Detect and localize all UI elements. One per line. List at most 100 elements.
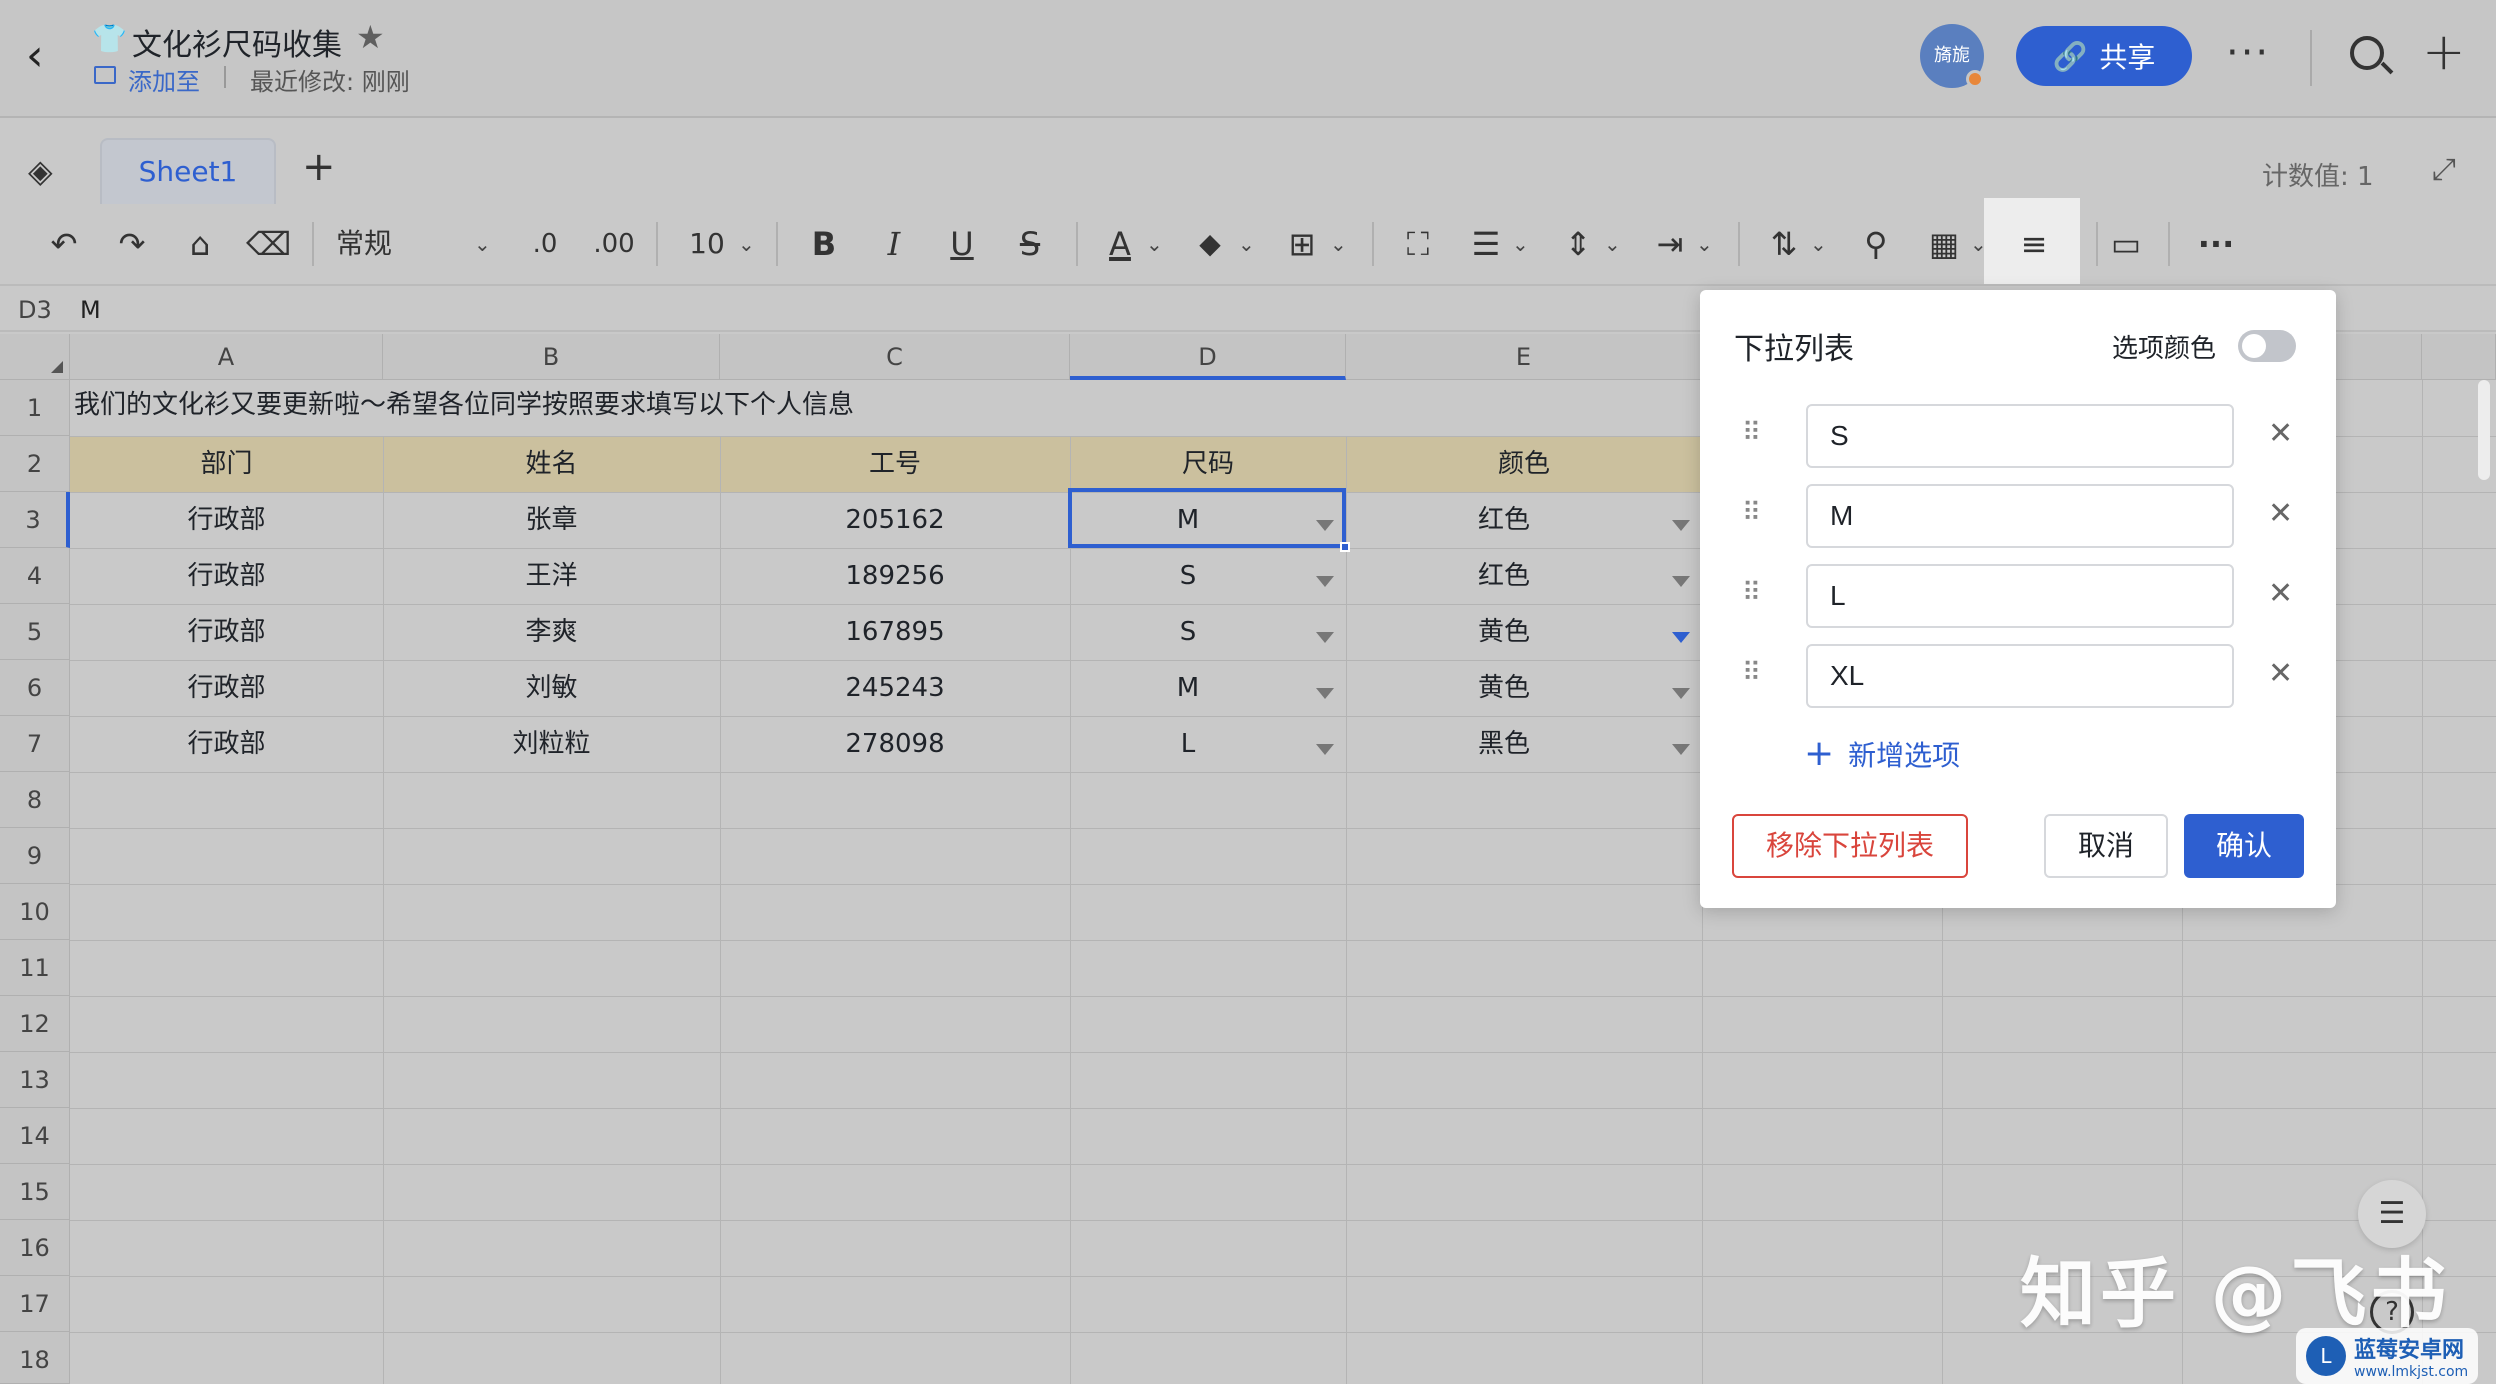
new-icon[interactable]: + bbox=[2422, 22, 2466, 82]
row-header-2[interactable]: 2 bbox=[0, 436, 70, 492]
drag-handle-icon[interactable]: ⠿ bbox=[1742, 578, 1761, 608]
table-cell[interactable]: 行政部 bbox=[70, 604, 383, 660]
fill-handle[interactable] bbox=[1340, 542, 1350, 552]
sort-icon[interactable]: ⇅ bbox=[1764, 224, 1804, 264]
font-color-icon[interactable]: A bbox=[1100, 224, 1140, 264]
table-cell[interactable]: 红色 bbox=[1346, 492, 1662, 548]
chevron-down-icon[interactable]: ⌄ bbox=[1970, 226, 1987, 262]
strikethrough-icon[interactable]: S bbox=[1010, 224, 1050, 264]
column-header-d[interactable]: D bbox=[1070, 334, 1346, 380]
dropdown-arrow-icon[interactable] bbox=[1316, 576, 1334, 587]
dropdown-arrow-icon[interactable] bbox=[1316, 632, 1334, 643]
merge-cells-icon[interactable]: ⛶ bbox=[1398, 224, 1438, 264]
chevron-down-icon[interactable]: ⌄ bbox=[1238, 226, 1255, 262]
vertical-align-icon[interactable]: ⇕ bbox=[1558, 224, 1598, 264]
search-icon[interactable] bbox=[2350, 36, 2384, 70]
format-painter-icon[interactable]: ⌂ bbox=[178, 224, 222, 264]
undo-icon[interactable]: ↶ bbox=[42, 224, 86, 264]
header-cell-id[interactable]: 工号 bbox=[720, 436, 1070, 492]
row-header-13[interactable]: 13 bbox=[0, 1052, 70, 1108]
table-cell[interactable]: 黄色 bbox=[1346, 660, 1662, 716]
increase-decimal-icon[interactable]: .00 bbox=[584, 224, 644, 264]
drag-handle-icon[interactable]: ⠿ bbox=[1742, 498, 1761, 528]
row-header-1[interactable]: 1 bbox=[0, 380, 70, 436]
bold-icon[interactable]: B bbox=[804, 224, 844, 264]
column-header-b[interactable]: B bbox=[383, 334, 720, 380]
row-header-11[interactable]: 11 bbox=[0, 940, 70, 996]
add-sheet-icon[interactable]: + bbox=[302, 144, 336, 190]
document-title[interactable]: 文化衫尺码收集 bbox=[132, 20, 342, 64]
close-icon[interactable]: ✕ bbox=[2268, 416, 2293, 451]
add-option-button[interactable]: + 新增选项 bbox=[1804, 734, 1960, 774]
table-cell[interactable]: 行政部 bbox=[70, 548, 383, 604]
close-icon[interactable]: ✕ bbox=[2268, 496, 2293, 531]
row-header-17[interactable]: 17 bbox=[0, 1276, 70, 1332]
dropdown-arrow-icon[interactable] bbox=[1672, 632, 1690, 643]
option-input[interactable]: XL bbox=[1806, 644, 2234, 708]
add-to-link[interactable]: 添加至 bbox=[128, 62, 200, 97]
italic-icon[interactable]: I bbox=[874, 224, 914, 264]
column-header-c[interactable]: C bbox=[720, 334, 1070, 380]
back-icon[interactable]: ‹ bbox=[26, 28, 70, 84]
table-cell[interactable]: 李爽 bbox=[383, 604, 720, 660]
cancel-button[interactable]: 取消 bbox=[2044, 814, 2168, 878]
row-header-3[interactable]: 3 bbox=[0, 492, 70, 548]
share-button[interactable]: 🔗 共享 bbox=[2016, 26, 2192, 86]
column-header-i[interactable] bbox=[2422, 334, 2496, 380]
dropdown-arrow-icon[interactable] bbox=[1316, 688, 1334, 699]
option-color-toggle[interactable] bbox=[2238, 330, 2296, 362]
row-header-18[interactable]: 18 bbox=[0, 1332, 70, 1384]
row-header-14[interactable]: 14 bbox=[0, 1108, 70, 1164]
option-input[interactable]: S bbox=[1806, 404, 2234, 468]
layers-icon[interactable]: ◈ bbox=[28, 152, 53, 190]
border-icon[interactable]: ⊞ bbox=[1282, 224, 1322, 264]
formula-input[interactable]: M bbox=[80, 296, 101, 324]
option-input[interactable]: M bbox=[1806, 484, 2234, 548]
filter-icon[interactable]: ⚲ bbox=[1856, 224, 1896, 264]
header-cell-size[interactable]: 尺码 bbox=[1070, 436, 1346, 492]
table-cell[interactable]: 245243 bbox=[720, 660, 1070, 716]
cell-a1-intro[interactable]: 我们的文化衫又要更新啦～希望各位同学按照要求填写以下个人信息 bbox=[74, 384, 854, 421]
close-icon[interactable]: ✕ bbox=[2268, 656, 2293, 691]
vertical-scrollbar[interactable] bbox=[2478, 380, 2490, 480]
star-icon[interactable]: ★ bbox=[356, 18, 385, 56]
row-header-7[interactable]: 7 bbox=[0, 716, 70, 772]
row-header-12[interactable]: 12 bbox=[0, 996, 70, 1052]
row-header-10[interactable]: 10 bbox=[0, 884, 70, 940]
header-cell-color[interactable]: 颜色 bbox=[1346, 436, 1702, 492]
row-header-15[interactable]: 15 bbox=[0, 1164, 70, 1220]
row-header-4[interactable]: 4 bbox=[0, 548, 70, 604]
confirm-button[interactable]: 确认 bbox=[2184, 814, 2304, 878]
table-cell[interactable]: 205162 bbox=[720, 492, 1070, 548]
table-cell[interactable]: L bbox=[1070, 716, 1306, 772]
decrease-decimal-icon[interactable]: .0 bbox=[520, 224, 570, 264]
chevron-down-icon[interactable]: ⌄ bbox=[1146, 226, 1163, 262]
table-cell[interactable]: 张章 bbox=[383, 492, 720, 548]
table-cell[interactable]: 行政部 bbox=[70, 660, 383, 716]
more-icon[interactable]: ··· bbox=[2226, 30, 2270, 76]
table-cell[interactable]: 红色 bbox=[1346, 548, 1662, 604]
row-header-9[interactable]: 9 bbox=[0, 828, 70, 884]
table-cell[interactable]: 黑色 bbox=[1346, 716, 1662, 772]
table-cell[interactable]: 刘粒粒 bbox=[383, 716, 720, 772]
header-cell-name[interactable]: 姓名 bbox=[383, 436, 720, 492]
header-cell-dept[interactable]: 部门 bbox=[70, 436, 383, 492]
chevron-down-icon[interactable]: ⌄ bbox=[738, 226, 755, 262]
comment-icon[interactable]: ▭ bbox=[2106, 224, 2146, 264]
drag-handle-icon[interactable]: ⠿ bbox=[1742, 418, 1761, 448]
chart-icon[interactable]: ▦ bbox=[1924, 224, 1964, 264]
chevron-down-icon[interactable]: ⌄ bbox=[474, 226, 491, 262]
dropdown-list-icon[interactable]: ≡ bbox=[2014, 224, 2054, 264]
select-all-corner[interactable] bbox=[0, 334, 70, 380]
column-header-a[interactable]: A bbox=[70, 334, 383, 380]
toolbar-more-icon[interactable]: ··· bbox=[2196, 224, 2236, 264]
tab-sheet1[interactable]: Sheet1 bbox=[100, 138, 276, 204]
row-header-16[interactable]: 16 bbox=[0, 1220, 70, 1276]
table-cell[interactable]: 278098 bbox=[720, 716, 1070, 772]
table-cell[interactable]: S bbox=[1070, 548, 1306, 604]
table-cell[interactable]: 189256 bbox=[720, 548, 1070, 604]
table-cell[interactable]: S bbox=[1070, 604, 1306, 660]
row-header-5[interactable]: 5 bbox=[0, 604, 70, 660]
chevron-down-icon[interactable]: ⌄ bbox=[1810, 226, 1827, 262]
dropdown-arrow-icon[interactable] bbox=[1672, 688, 1690, 699]
